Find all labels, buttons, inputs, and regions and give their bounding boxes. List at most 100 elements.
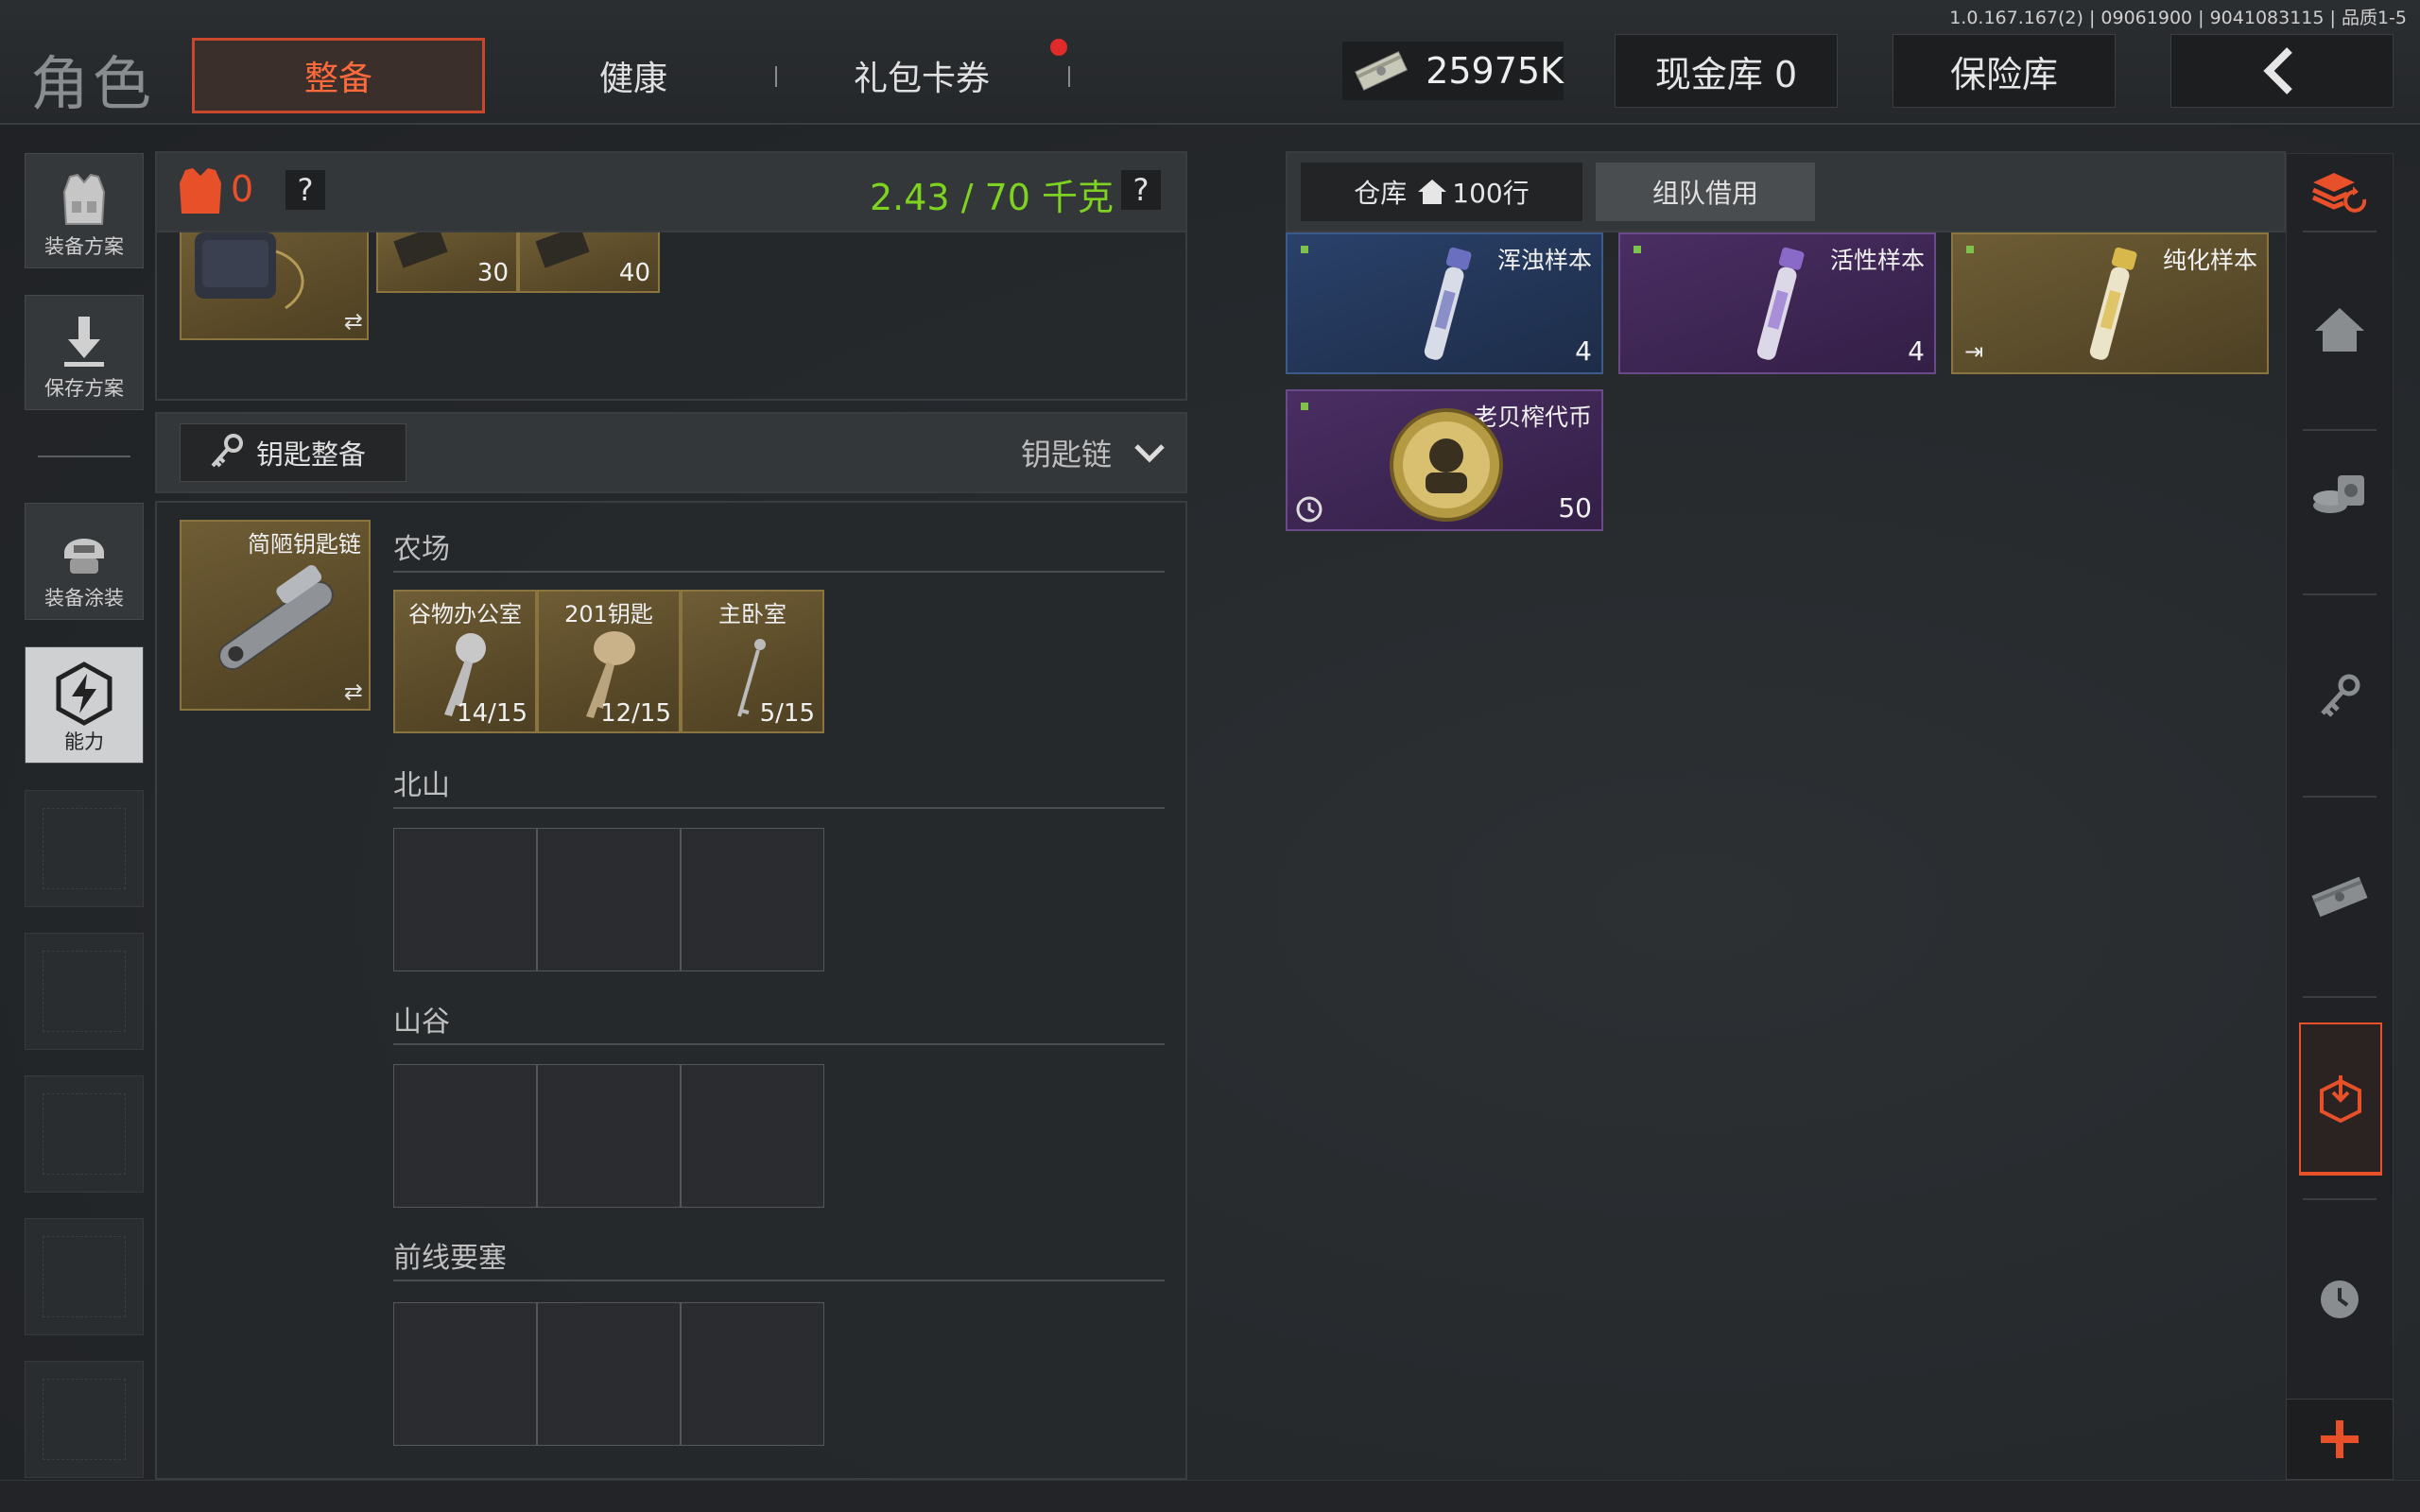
tab-warehouse-rows: 100行 bbox=[1452, 178, 1530, 209]
ammo-box-icon bbox=[393, 225, 448, 268]
cash-vault-button[interactable]: 现金库 0 bbox=[1615, 34, 1838, 108]
chevron-left-icon bbox=[2263, 47, 2292, 94]
rail-storage-button[interactable] bbox=[2299, 1022, 2382, 1176]
key-slot-empty[interactable] bbox=[393, 828, 537, 971]
rail-divider bbox=[2303, 593, 2377, 595]
home-icon bbox=[1418, 180, 1447, 204]
tab-health[interactable]: 健康 bbox=[529, 38, 737, 113]
keychain-name: 简陋钥匙链 bbox=[248, 531, 361, 558]
tab-gift-cards[interactable]: 礼包卡券 bbox=[813, 38, 1030, 113]
sidebar-item-save-loadout[interactable]: 保存方案 bbox=[25, 295, 144, 410]
rail-add-button[interactable] bbox=[2286, 1399, 2394, 1480]
divider bbox=[393, 1280, 1165, 1281]
rail-divider bbox=[2303, 1198, 2377, 1200]
page-title: 角色 bbox=[30, 49, 156, 118]
rail-divider bbox=[2303, 429, 2377, 431]
key-slot-empty[interactable] bbox=[537, 1064, 681, 1208]
back-button[interactable] bbox=[2170, 34, 2394, 108]
sample-vial-icon bbox=[2089, 247, 2137, 360]
ammo-count: 30 bbox=[476, 259, 509, 287]
item-count: 50 bbox=[1558, 492, 1592, 524]
keychain-slot[interactable]: 简陋钥匙链 ⇄ bbox=[180, 520, 371, 711]
sidebar-item-abilities[interactable]: 能力 bbox=[25, 646, 144, 764]
rail-divider bbox=[2303, 231, 2377, 232]
download-arrow-icon bbox=[64, 317, 104, 367]
tab-divider bbox=[1068, 66, 1070, 87]
rail-coins-button[interactable] bbox=[2307, 461, 2373, 527]
vest-icon bbox=[62, 173, 106, 225]
safe-button[interactable]: 保险库 bbox=[1893, 34, 2116, 108]
sidebar-item-label: 装备涂装 bbox=[44, 587, 124, 610]
sidebar-empty-slot[interactable] bbox=[25, 790, 144, 907]
box-download-icon bbox=[2320, 1075, 2361, 1124]
rail-cash-button[interactable] bbox=[2307, 864, 2373, 930]
weight-indicator: 2.43 / 70 千克 bbox=[870, 177, 1115, 218]
key-slot-empty[interactable] bbox=[681, 1302, 824, 1446]
armor-help-button[interactable]: ? bbox=[285, 170, 325, 210]
rail-home-button[interactable] bbox=[2307, 297, 2373, 363]
divider bbox=[393, 1043, 1165, 1045]
backpack-slot[interactable]: ⇄ bbox=[180, 232, 369, 340]
lightning-badge-icon bbox=[56, 662, 112, 726]
key-group-title: 前线要塞 bbox=[393, 1242, 507, 1275]
sidebar-item-loadout[interactable]: 装备方案 bbox=[25, 153, 144, 268]
bottom-bar bbox=[0, 1480, 2420, 1512]
ammo-count: 40 bbox=[618, 259, 650, 287]
currency-amount: 25975K bbox=[1426, 50, 1564, 92]
key-slot[interactable]: 谷物办公室 14/15 bbox=[393, 590, 537, 733]
sidebar-item-skins[interactable]: 装备涂装 bbox=[25, 503, 144, 620]
key-slot-empty[interactable] bbox=[393, 1064, 537, 1208]
tab-outfit[interactable]: 整备 bbox=[192, 38, 485, 113]
key-slot-empty[interactable] bbox=[537, 1302, 681, 1446]
warehouse-item[interactable]: 老贝榨代币 50 bbox=[1286, 389, 1603, 531]
key-icon bbox=[211, 434, 243, 468]
rail-sort-button[interactable] bbox=[2307, 161, 2373, 227]
key-durability: 5/15 bbox=[759, 699, 815, 728]
warehouse-item[interactable]: 活性样本 4 bbox=[1618, 232, 1936, 374]
currency-display[interactable]: 25975K bbox=[1342, 42, 1564, 100]
warehouse-item[interactable]: 纯化样本 ⇥ bbox=[1951, 232, 2269, 374]
keychain-dropdown[interactable]: 钥匙链 bbox=[1021, 429, 1168, 476]
key-slot-empty[interactable] bbox=[681, 1064, 824, 1208]
armor-count: 0 bbox=[231, 168, 254, 210]
swap-icon[interactable]: ⇄ bbox=[344, 308, 363, 335]
item-count: 4 bbox=[1575, 335, 1592, 367]
tab-outfit-label: 整备 bbox=[303, 60, 372, 98]
version-text: 1.0.167.167(2) | 09061900 | 9041083115 |… bbox=[1949, 8, 2407, 28]
rail-keys-button[interactable] bbox=[2307, 663, 2373, 730]
divider bbox=[393, 571, 1165, 573]
clock-icon bbox=[1296, 496, 1322, 523]
tab-team-borrow[interactable]: 组队借用 bbox=[1596, 163, 1815, 221]
ammo-slot[interactable]: 40 bbox=[518, 225, 660, 293]
key-loadout-button[interactable]: 钥匙整备 bbox=[180, 423, 406, 482]
swap-icon[interactable]: ⇄ bbox=[344, 679, 363, 705]
sidebar-empty-slot[interactable] bbox=[25, 1075, 144, 1193]
key-loadout-label: 钥匙整备 bbox=[256, 438, 367, 471]
key-slot[interactable]: 主卧室 5/15 bbox=[681, 590, 824, 733]
key-group-title: 农场 bbox=[393, 533, 450, 566]
key-slot[interactable]: 201钥匙 12/15 bbox=[537, 590, 681, 733]
weight-help-button[interactable]: ? bbox=[1121, 170, 1161, 210]
key-slot-empty[interactable] bbox=[681, 828, 824, 971]
sidebar-empty-slot[interactable] bbox=[25, 1218, 144, 1335]
sample-vial-icon bbox=[1756, 247, 1805, 360]
item-count: 4 bbox=[1908, 335, 1925, 367]
key-slot-empty[interactable] bbox=[393, 1302, 537, 1446]
cash-icon bbox=[2311, 876, 2368, 918]
rail-history-button[interactable] bbox=[2307, 1266, 2373, 1332]
chevron-down-icon bbox=[1134, 444, 1165, 463]
tab-health-label: 健康 bbox=[598, 60, 667, 98]
key-icon bbox=[2321, 674, 2360, 717]
warehouse-item[interactable]: 浑浊样本 4 bbox=[1286, 232, 1603, 374]
sidebar-empty-slot[interactable] bbox=[25, 1361, 144, 1478]
sidebar-empty-slot[interactable] bbox=[25, 933, 144, 1050]
cash-stack-icon bbox=[1355, 50, 1409, 92]
key-slot-empty[interactable] bbox=[537, 828, 681, 971]
coins-icon bbox=[2313, 475, 2364, 513]
tab-warehouse[interactable]: 仓库 100行 bbox=[1301, 163, 1582, 221]
sidebar-item-label: 能力 bbox=[64, 730, 104, 753]
ammo-slot[interactable]: 30 bbox=[376, 225, 518, 293]
key-durability: 12/15 bbox=[600, 699, 671, 728]
notification-dot bbox=[1050, 39, 1067, 56]
sample-vial-icon bbox=[1424, 247, 1472, 360]
